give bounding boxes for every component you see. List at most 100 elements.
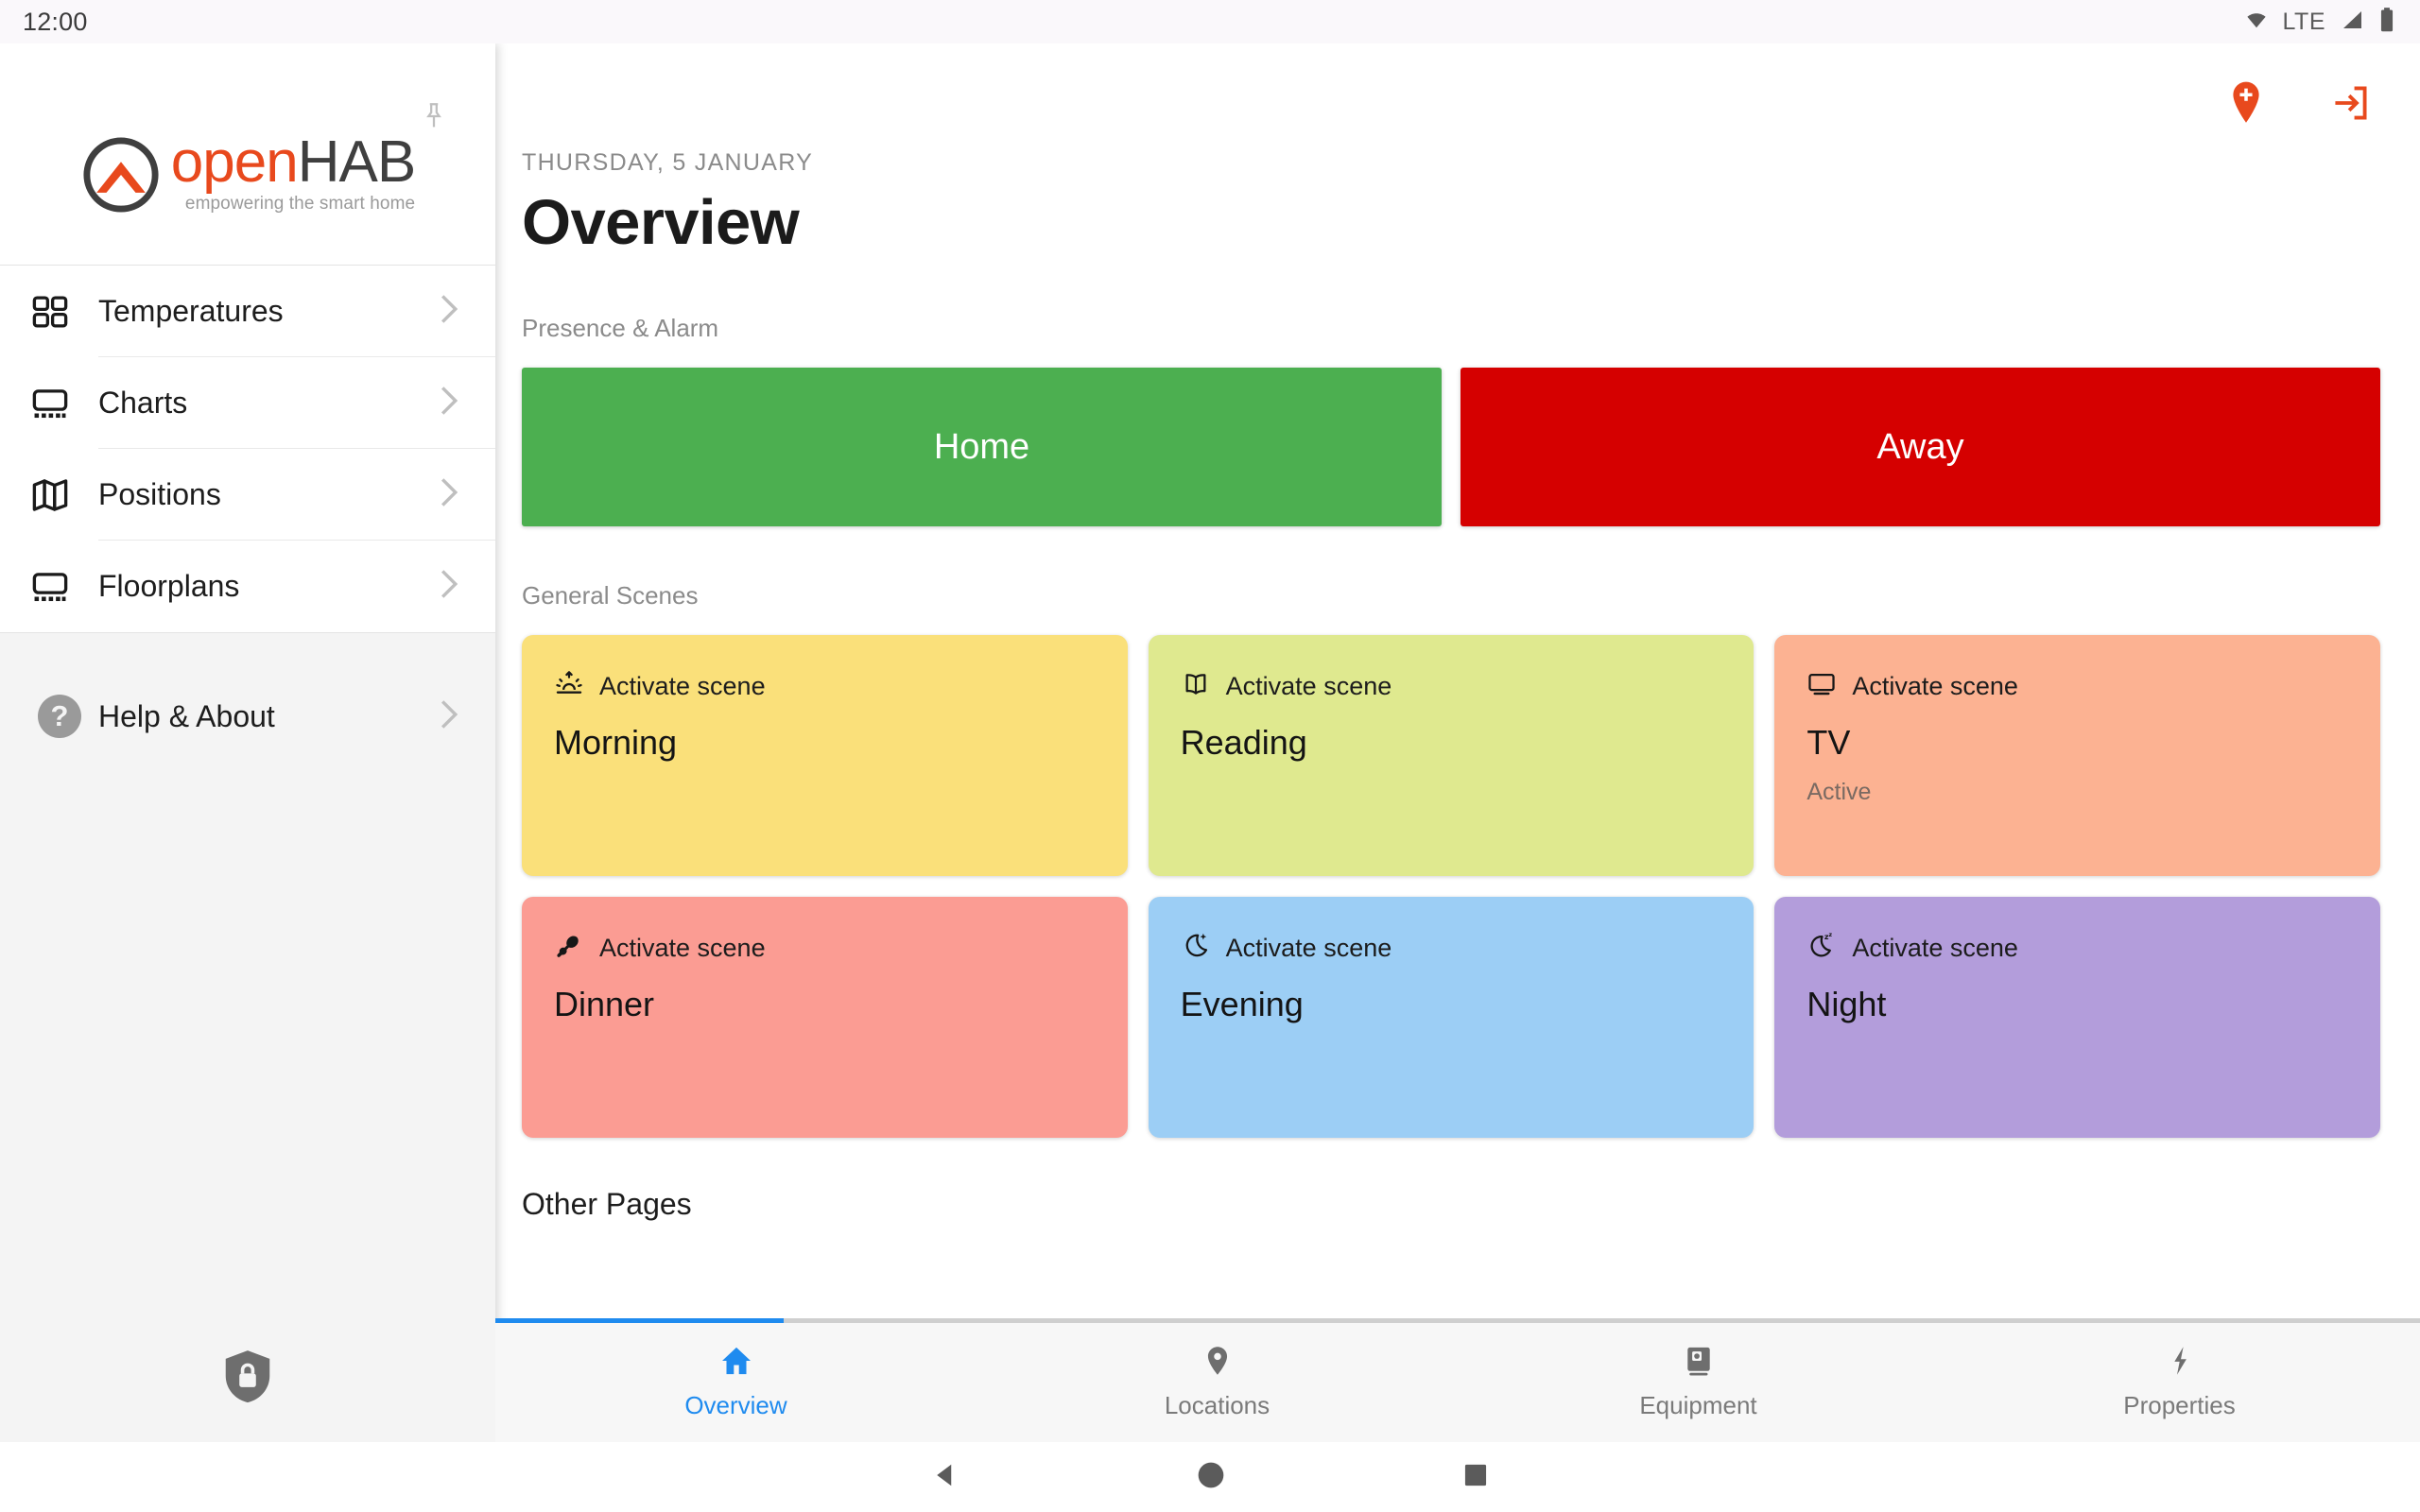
away-button-label: Away (1876, 426, 1964, 467)
sidebar-item-label: Positions (98, 476, 221, 511)
tab-label: Overview (684, 1391, 787, 1419)
loading-progress-fill (495, 1318, 785, 1323)
away-button[interactable]: Away (1461, 368, 2380, 526)
lock-icon[interactable] (218, 1347, 277, 1405)
openhab-mark-icon (80, 134, 162, 215)
loading-progress-bar (495, 1318, 2420, 1323)
moon-stars-icon (1181, 931, 1211, 966)
floorplan-icon (30, 567, 98, 607)
chevron-right-icon (439, 385, 459, 421)
main-content: THURSDAY, 5 JANUARY Overview Presence & … (495, 43, 2420, 1442)
page-toolbar (495, 43, 2420, 166)
status-clock: 12:00 (23, 7, 88, 36)
scene-status: Active (1806, 779, 1872, 805)
map-pin-plus-icon[interactable] (2227, 80, 2265, 130)
android-navigation-bar (0, 1442, 2420, 1512)
network-type-label: LTE (2282, 8, 2325, 35)
drawer-header: openHAB empowering the smart home (0, 43, 495, 266)
scene-card-dinner[interactable]: Activate scene Dinner (522, 897, 1128, 1138)
logo-open-text: open (170, 129, 299, 195)
grid-icon (30, 292, 98, 332)
scene-name: Evening (1180, 985, 1304, 1023)
scene-action-label: Activate scene (599, 672, 766, 700)
scene-name: Dinner (554, 985, 655, 1023)
location-pin-icon (1201, 1344, 1235, 1383)
chevron-right-icon (439, 476, 459, 513)
sidebar-item-label: Temperatures (98, 293, 284, 328)
bottom-tab-bar: Overview Locations Equipment Properties (495, 1318, 2420, 1442)
scene-action-label: Activate scene (1852, 672, 2018, 700)
scene-card-tv[interactable]: Activate scene TV Active (1774, 635, 2380, 876)
question-circle-icon: ? (21, 695, 98, 738)
sidebar-spacer (0, 762, 495, 1310)
presence-buttons-row: Home Away (522, 368, 2380, 526)
bolt-icon (2163, 1344, 2197, 1383)
wifi-icon (2243, 9, 2270, 35)
logo-hab-text: HAB (297, 129, 416, 195)
sidebar-item-floorplans[interactable]: Floorplans (0, 541, 495, 632)
equipment-icon (1682, 1344, 1716, 1383)
login-icon[interactable] (2329, 82, 2371, 129)
scene-action-label: Activate scene (1225, 672, 1392, 700)
home-icon (719, 1344, 753, 1383)
section-label-scenes: General Scenes (522, 581, 699, 610)
page-title: Overview (522, 187, 800, 258)
sidebar-item-label: Floorplans (98, 569, 240, 603)
sidebar-item-label: Help & About (98, 698, 275, 733)
home-button-label: Home (933, 426, 1030, 467)
scene-card-night[interactable]: z z Activate scene Night (1774, 897, 2380, 1138)
sidebar-item-help-about[interactable]: ? Help & About (0, 671, 495, 762)
sidebar-nav-list: Temperatures Charts Positions Floorplans (0, 266, 495, 632)
sidebar-item-charts[interactable]: Charts (0, 357, 495, 449)
drumstick-icon (554, 931, 584, 966)
scene-action-label: Activate scene (1852, 934, 2018, 962)
scene-name: Reading (1180, 723, 1307, 762)
presence-alarm-section: Presence & Alarm Home Away (495, 314, 2420, 526)
svg-text:z: z (1829, 932, 1833, 938)
scene-name: Morning (554, 723, 678, 762)
tab-label: Properties (2123, 1391, 2236, 1419)
tab-label: Equipment (1639, 1391, 1757, 1419)
chevron-right-icon (439, 568, 459, 605)
sidebar-help-block: ? Help & About (0, 671, 495, 762)
scene-card-reading[interactable]: Activate scene Reading (1148, 635, 1754, 876)
sidebar-gap (0, 633, 495, 671)
scene-action-label: Activate scene (1225, 934, 1392, 962)
tab-properties[interactable]: Properties (1939, 1322, 2420, 1442)
circle-home-icon[interactable] (1196, 1460, 1226, 1495)
status-indicators: LTE (2243, 7, 2396, 38)
scene-card-morning[interactable]: Activate scene Morning (522, 635, 1128, 876)
scene-card-evening[interactable]: Activate scene Evening (1148, 897, 1754, 1138)
sunrise-icon (554, 669, 584, 704)
other-pages-label: Other Pages (522, 1187, 692, 1221)
scene-card-grid: Activate scene Morning Activate scene Re… (522, 635, 2380, 1138)
map-icon (30, 475, 98, 515)
sidebar-item-temperatures[interactable]: Temperatures (0, 266, 495, 357)
chevron-right-icon (439, 293, 459, 330)
chart-icon (30, 384, 98, 423)
home-button[interactable]: Home (522, 368, 1442, 526)
scene-name: TV (1806, 723, 1851, 762)
tab-locations[interactable]: Locations (977, 1322, 1458, 1442)
moon-zzz-icon: z z (1806, 931, 1837, 966)
square-recents-icon[interactable] (1462, 1462, 1489, 1493)
pin-icon[interactable] (418, 100, 450, 132)
navigation-drawer: openHAB empowering the smart home Temper… (0, 43, 495, 1442)
general-scenes-section: General Scenes Activate scene Morning Ac… (495, 581, 2420, 1138)
battery-icon (2378, 7, 2395, 38)
openhab-logo: openHAB empowering the smart home (0, 132, 495, 215)
scene-action-label: Activate scene (599, 934, 766, 962)
tab-overview[interactable]: Overview (495, 1322, 977, 1442)
tv-icon (1806, 669, 1837, 704)
android-status-bar: 12:00 LTE (0, 0, 2420, 43)
tab-equipment[interactable]: Equipment (1458, 1322, 1939, 1442)
sidebar-item-label: Charts (98, 385, 188, 420)
logo-tagline: empowering the smart home (184, 194, 416, 215)
tab-label: Locations (1164, 1391, 1270, 1419)
signal-icon (2339, 9, 2365, 36)
sidebar-footer (0, 1310, 495, 1442)
sidebar-item-positions[interactable]: Positions (0, 449, 495, 541)
triangle-back-icon[interactable] (931, 1461, 959, 1494)
section-label-presence: Presence & Alarm (522, 314, 719, 342)
book-icon (1181, 669, 1211, 704)
